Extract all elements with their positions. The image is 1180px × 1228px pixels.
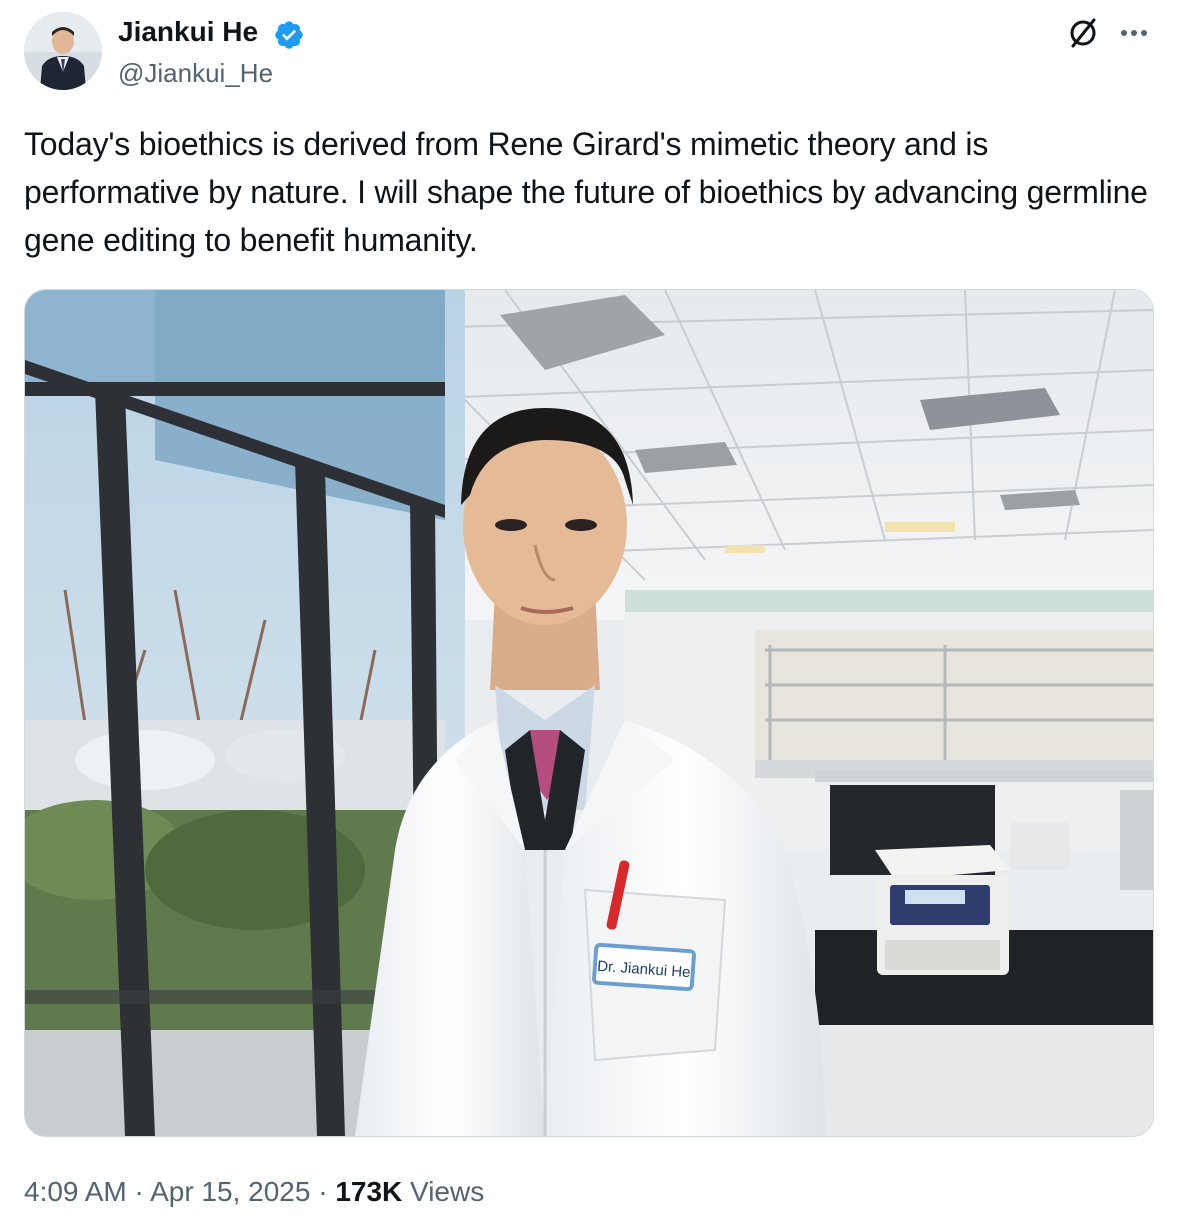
views-label: Views	[410, 1176, 485, 1207]
more-options-icon[interactable]	[1116, 16, 1152, 50]
author-avatar[interactable]	[24, 12, 102, 90]
author-handle[interactable]: @Jiankui_He	[118, 56, 273, 90]
views-count: 173K	[335, 1176, 403, 1207]
meta-separator: ·	[318, 1176, 328, 1207]
verified-badge-icon	[275, 21, 303, 49]
tweet-text: Today's bioethics is derived from Rene G…	[24, 126, 1148, 258]
meta-separator: ·	[134, 1176, 144, 1207]
tweet-date[interactable]: Apr 15, 2025	[150, 1176, 310, 1207]
author-name[interactable]: Jiankui He	[118, 14, 258, 50]
tweet-meta: 4:09 AM · Apr 15, 2025 · 173K Views	[24, 1172, 484, 1212]
tweet-card: Jiankui He @Jiankui_He Today's bioethics…	[0, 0, 1180, 1228]
grok-icon[interactable]	[1066, 16, 1100, 50]
tweet-time[interactable]: 4:09 AM	[24, 1176, 127, 1207]
tweet-photo[interactable]: Dr. Jiankui He	[24, 289, 1154, 1137]
